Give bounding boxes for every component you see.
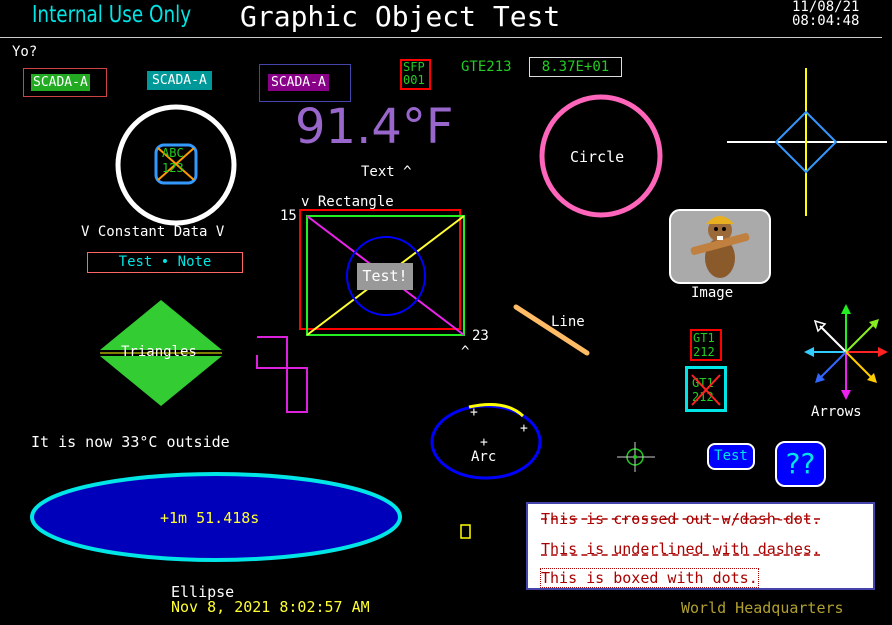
small-yellow-rect [460,524,471,539]
image-label: Image [691,285,734,301]
note-button[interactable]: Test • Note [87,252,243,273]
compass-arrows-icon [804,304,888,400]
rectangle-label: v Rectangle [301,194,394,210]
rect-left-value: 15 [280,208,297,224]
gt-box-top-line2: 212 [693,345,715,359]
note-underlined: This is underlined with dashes. [541,540,821,558]
rect-bottom-caret: ^ [461,344,470,360]
outside-temp-text: It is now 33°C outside [31,433,230,451]
gt-box-top-line1: GT1 [693,331,715,345]
gt-box-cross [691,374,721,406]
triangle-up [100,300,222,350]
crosshair-icon [617,442,655,472]
arc-plus-2: + [520,421,528,436]
circle-label: Circle [570,148,625,166]
datetime-text: Nov 8, 2021 8:02:57 AM [171,598,370,616]
arrows-label: Arrows [811,404,862,420]
arc-plus-1: + [470,405,478,420]
abc-badge-line1: ABC [162,146,184,160]
note-crossed: This is crossed out w/dash-dot. [541,510,821,528]
footer-text: World Headquarters [681,599,844,617]
line-label: Line [551,314,585,330]
magenta-polyline [256,336,308,413]
gt-box-top[interactable]: GT1 212 [690,329,722,361]
test-button[interactable]: Test [707,443,755,470]
note-boxed: This is boxed with dots. [540,568,759,588]
beaver-mascot-image [669,209,771,284]
constant-data-label: V Constant Data V [81,224,225,240]
ellipse-value: +1m 51.418s [160,509,260,527]
test-bang-button[interactable]: Test! [357,263,413,290]
notes-panel: This is crossed out w/dash-dot. This is … [526,502,875,590]
gt-box-bottom[interactable]: GT1 212 [685,366,727,412]
arc-label: Arc [471,449,497,465]
abc-badge-line2: 123 [162,161,184,175]
help-button[interactable]: ?? [775,441,826,487]
triangles-label: Triangles [121,344,197,360]
triangle-down [100,356,222,406]
rect-right-value: 23 [472,328,489,344]
arc-plus-3: + [480,435,488,450]
